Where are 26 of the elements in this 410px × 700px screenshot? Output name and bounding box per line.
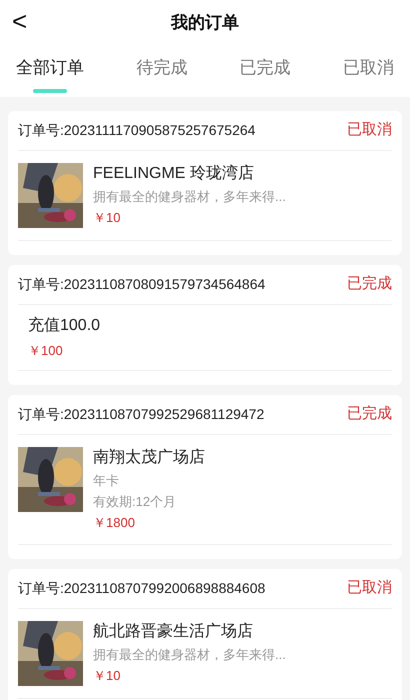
order-status: 已完成 — [347, 404, 392, 424]
tab[interactable]: 全部订单 — [16, 45, 84, 97]
page-title: 我的订单 — [171, 12, 239, 34]
store-name: 航北路晋豪生活广场店 — [93, 622, 254, 642]
order-status: 已完成 — [347, 274, 392, 294]
order-number: 订单号:2023111170905875257675264 — [18, 121, 256, 140]
store-name: FEELINGME 玲珑湾店 — [93, 164, 255, 184]
order-status: 已取消 — [347, 120, 392, 140]
item-name: 充值100.0 — [28, 316, 102, 336]
price: ￥1800 — [93, 514, 136, 532]
tab[interactable]: 已完成 — [240, 45, 291, 97]
item-description: 年卡 — [93, 472, 120, 490]
order-number: 订单号:20231108708091579734564864 — [18, 275, 266, 294]
back-button[interactable]: < — [12, 6, 28, 36]
price: ￥10 — [93, 209, 122, 227]
order-status: 已取消 — [347, 578, 392, 598]
price: ￥100 — [28, 342, 64, 360]
item-description: 拥有最全的健身器材，多年来得... — [93, 646, 286, 664]
order-number: 订单号:20231108707992006898884608 — [18, 579, 266, 598]
store-name: 南翔太茂广场店 — [93, 448, 205, 468]
tab[interactable]: 已取消 — [342, 45, 394, 97]
item-description: 有效期:12个月 — [93, 493, 178, 511]
price: ￥10 — [93, 667, 122, 685]
order-number: 订单号:20231108707992529681129472 — [18, 405, 264, 424]
item-description: 拥有最全的健身器材，多年来得... — [93, 188, 286, 206]
tab[interactable]: 待完成 — [136, 45, 188, 97]
